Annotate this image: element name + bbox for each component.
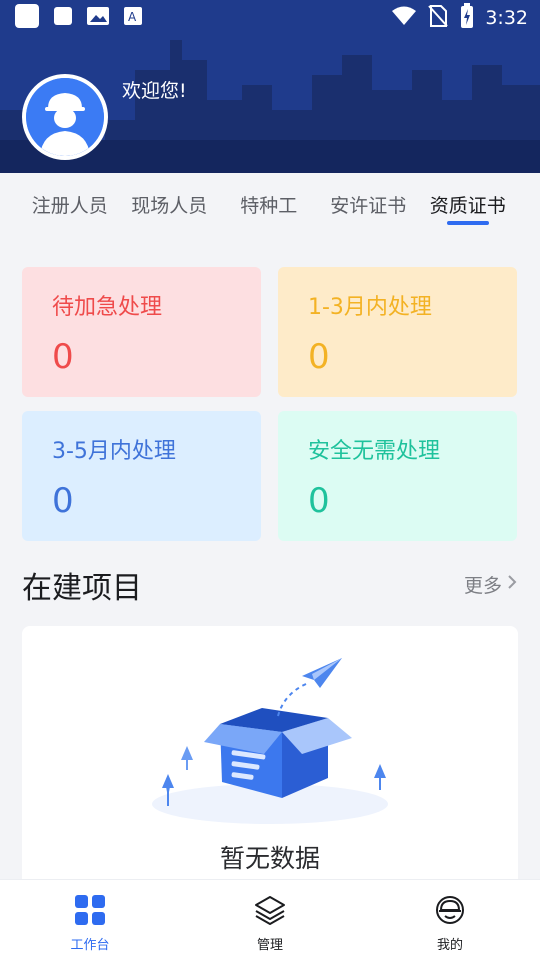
tab-registered-staff[interactable]: 注册人员 (20, 191, 120, 218)
tab-safety-license[interactable]: 安许证书 (319, 191, 419, 218)
empty-state-text: 暂无数据 (219, 844, 320, 873)
stat-card-value: 0 (52, 481, 74, 521)
layers-icon (254, 894, 286, 930)
nav-label: 管理 (256, 938, 283, 953)
stat-card-value: 0 (52, 337, 74, 377)
tab-onsite-staff[interactable]: 现场人员 (120, 191, 220, 218)
stat-card-title: 1-3月内处理 (308, 295, 432, 320)
status-bar: A 3:32 (0, 0, 540, 36)
avatar[interactable] (22, 74, 108, 160)
nav-label: 我的 (436, 938, 463, 953)
stat-card-value: 0 (308, 481, 330, 521)
status-time: 3:32 (485, 7, 528, 29)
wifi-icon (391, 5, 417, 32)
battery-charging-icon (459, 2, 475, 34)
projects-panel: 暂无数据 (22, 626, 518, 896)
active-tab-indicator (446, 221, 489, 225)
more-link[interactable]: 更多 (464, 571, 518, 598)
stat-card-value: 0 (308, 337, 330, 377)
chevron-right-icon (506, 573, 518, 596)
nav-management[interactable]: 管理 (180, 880, 360, 960)
app-square-icon (14, 3, 40, 33)
stat-card-1-3-months[interactable]: 1-3月内处理 0 (278, 267, 517, 397)
stat-card-safe[interactable]: 安全无需处理 0 (278, 411, 517, 541)
stat-card-3-5-months[interactable]: 3-5月内处理 0 (22, 411, 261, 541)
nav-workbench[interactable]: 工作台 (0, 880, 180, 960)
grid-icon (74, 894, 106, 930)
nav-mine[interactable]: 我的 (360, 880, 540, 960)
stat-card-title: 待加急处理 (52, 295, 163, 320)
stat-card-title: 安全无需处理 (308, 439, 441, 464)
welcome-text: 欢迎您! (122, 80, 187, 102)
helmet-icon (434, 894, 466, 930)
image-icon (86, 5, 110, 31)
projects-section-title: 在建项目 (22, 571, 142, 606)
no-sim-icon (427, 4, 449, 33)
stat-card-urgent[interactable]: 待加急处理 0 (22, 267, 261, 397)
bottom-navigation: 工作台 管理 我的 (0, 879, 540, 960)
stat-card-title: 3-5月内处理 (52, 439, 176, 464)
empty-box-illustration (152, 658, 388, 824)
more-label: 更多 (463, 575, 502, 597)
notification-square-icon (52, 5, 74, 31)
tab-qualification-certificate[interactable]: 资质证书 (418, 191, 518, 225)
text-a-icon: A (122, 5, 144, 31)
svg-text:A: A (128, 10, 137, 24)
worker-avatar-icon (26, 78, 104, 156)
tab-special-workers[interactable]: 特种工 (219, 191, 319, 218)
header-banner: A 3:32 欢迎您! (0, 0, 540, 173)
category-tabs: 注册人员 现场人员 特种工 安许证书 资质证书 (0, 173, 540, 248)
nav-label: 工作台 (70, 938, 110, 953)
